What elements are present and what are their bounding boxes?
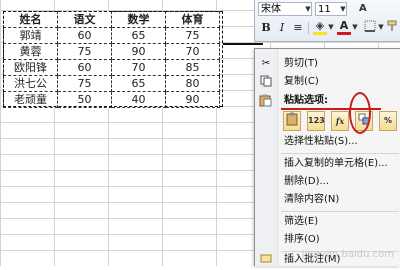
table-cell[interactable]: 75 bbox=[165, 27, 220, 44]
header-pe[interactable]: 体育 bbox=[165, 11, 220, 28]
header-math[interactable]: 数学 bbox=[111, 11, 166, 28]
table-cell[interactable]: 85 bbox=[165, 59, 220, 76]
table-header-row: 姓名 语文 数学 体育 bbox=[3, 11, 220, 28]
bold-button[interactable]: B bbox=[259, 20, 273, 36]
paste-values-icon[interactable]: 123 bbox=[307, 111, 325, 131]
table-cell[interactable]: 65 bbox=[111, 27, 166, 44]
header-name[interactable]: 姓名 bbox=[3, 11, 58, 28]
context-menu: ✂ 剪切(T) 复制(C) 粘贴选项: 123 fx % 选择性粘贴(S)...… bbox=[254, 48, 400, 266]
comment-icon bbox=[259, 253, 273, 267]
borders-icon[interactable] bbox=[363, 20, 377, 36]
selected-cell-border[interactable] bbox=[223, 43, 263, 45]
table-cell[interactable]: 60 bbox=[57, 27, 112, 44]
mini-toolbar: 宋体 ▼ 11 ▼ A B I ≡ ◈ ▼ A ▼ ▼ bbox=[254, 0, 400, 42]
menu-item-insert-copied-cells[interactable]: 插入复制的单元格(E)... bbox=[255, 155, 400, 173]
menu-separator bbox=[281, 211, 399, 212]
toolbar-divider bbox=[308, 22, 309, 34]
format-painter-icon[interactable] bbox=[385, 20, 399, 36]
scissors-icon: ✂ bbox=[261, 58, 271, 69]
font-size-dropdown-icon[interactable]: ▼ bbox=[339, 2, 347, 16]
header-chinese[interactable]: 语文 bbox=[57, 11, 112, 28]
copy-icon bbox=[259, 75, 273, 89]
paste-formulas-icon[interactable]: fx bbox=[331, 111, 349, 131]
paste-options-underline bbox=[281, 108, 381, 110]
table-cell[interactable]: 65 bbox=[111, 75, 166, 92]
table-cell[interactable]: 郭靖 bbox=[3, 27, 58, 44]
clipboard-icon bbox=[259, 94, 272, 113]
grow-font-button[interactable]: A bbox=[359, 2, 375, 16]
table-cell[interactable]: 40 bbox=[111, 91, 166, 108]
menu-item-sort[interactable]: 排序(O) bbox=[255, 231, 400, 249]
table-cell[interactable]: 50 bbox=[57, 91, 112, 108]
table-row: 黄蓉 75 90 70 bbox=[3, 43, 220, 60]
menu-item-paste-special[interactable]: 选择性粘贴(S)... bbox=[255, 133, 400, 151]
table-cell[interactable]: 欧阳锋 bbox=[3, 59, 58, 76]
table-row: 老顽童 50 40 90 bbox=[3, 91, 220, 108]
watermark: jingyan.baidu.com bbox=[301, 249, 394, 260]
menu-item-delete[interactable]: 删除(D)... bbox=[255, 173, 400, 191]
align-center-icon[interactable]: ≡ bbox=[291, 20, 305, 36]
table-cell[interactable]: 老顽童 bbox=[3, 91, 58, 108]
menu-item-clear-contents[interactable]: 清除内容(N) bbox=[255, 191, 400, 209]
table-cell[interactable]: 75 bbox=[57, 43, 112, 60]
font-name-dropdown-icon[interactable]: ▼ bbox=[304, 2, 312, 16]
table-cell[interactable]: 90 bbox=[165, 91, 220, 108]
paste-formatting-icon[interactable]: % bbox=[379, 111, 397, 131]
paste-transpose-icon[interactable] bbox=[355, 111, 373, 131]
menu-item-filter[interactable]: 筛选(E) bbox=[255, 213, 400, 231]
fill-color-dropdown-icon[interactable]: ▼ bbox=[327, 20, 335, 34]
menu-separator bbox=[281, 153, 399, 154]
font-color-dropdown-icon[interactable]: ▼ bbox=[351, 20, 359, 34]
table-cell[interactable]: 黄蓉 bbox=[3, 43, 58, 60]
table-cell[interactable]: 70 bbox=[165, 43, 220, 60]
menu-item-copy[interactable]: 复制(C) bbox=[255, 73, 400, 91]
table-cell[interactable]: 洪七公 bbox=[3, 75, 58, 92]
table-cell[interactable]: 90 bbox=[111, 43, 166, 60]
table-row: 欧阳锋 60 70 85 bbox=[3, 59, 220, 76]
table-cell[interactable]: 60 bbox=[57, 59, 112, 76]
table-row: 郭靖 60 65 75 bbox=[3, 27, 220, 44]
table-cell[interactable]: 80 bbox=[165, 75, 220, 92]
italic-button[interactable]: I bbox=[275, 20, 289, 36]
table-cell[interactable]: 75 bbox=[57, 75, 112, 92]
menu-item-cut[interactable]: ✂ 剪切(T) bbox=[255, 55, 400, 73]
data-table: 姓名 语文 数学 体育 郭靖 60 65 75 黄蓉 75 90 70 欧阳锋 … bbox=[3, 11, 220, 108]
table-cell[interactable]: 70 bbox=[111, 59, 166, 76]
paste-icon[interactable] bbox=[283, 111, 301, 131]
table-row: 洪七公 75 65 80 bbox=[3, 75, 220, 92]
fill-color-icon[interactable]: ◈ bbox=[313, 20, 327, 35]
paste-options-icons: 123 fx % bbox=[281, 111, 399, 133]
font-color-icon[interactable]: A bbox=[337, 20, 351, 35]
paste-options-header: 粘贴选项: bbox=[255, 93, 400, 110]
borders-dropdown-icon[interactable]: ▼ bbox=[377, 20, 385, 34]
